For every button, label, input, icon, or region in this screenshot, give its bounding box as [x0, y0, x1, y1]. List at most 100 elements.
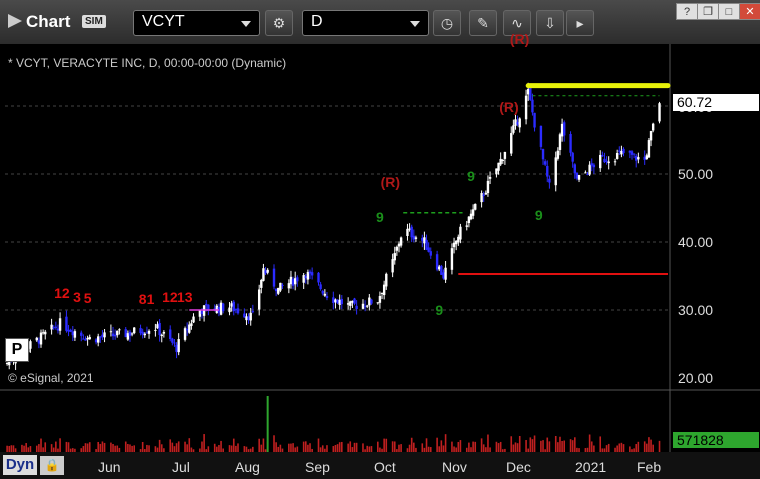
candle-body	[444, 267, 447, 280]
candle-body	[469, 213, 473, 220]
candle-body	[260, 279, 263, 288]
candle-body	[620, 150, 623, 155]
candle-body	[467, 216, 471, 224]
candle-body	[607, 161, 610, 164]
candle-body	[459, 226, 462, 240]
setup-count-label: 81	[138, 290, 155, 307]
candle-body	[406, 228, 409, 236]
candle-body	[440, 265, 443, 275]
interval-input[interactable]: D	[302, 10, 429, 36]
candle-body	[139, 328, 142, 334]
lock-icon[interactable]: 🔒	[40, 456, 64, 475]
close-button[interactable]: ✕	[739, 3, 760, 20]
candle-body	[171, 338, 174, 343]
candle-body	[605, 160, 608, 162]
candle-body	[529, 87, 532, 100]
candle-body	[69, 329, 72, 332]
pencil-icon[interactable]: ✎	[469, 10, 497, 36]
candle-body	[37, 340, 41, 344]
candle-body	[113, 334, 117, 337]
candle-body	[512, 125, 515, 133]
candle-body	[385, 273, 388, 287]
candle-body	[370, 299, 373, 304]
candle-body	[355, 305, 358, 310]
annotation-label: (R)	[380, 174, 401, 191]
candle-body	[531, 99, 534, 113]
candle-body	[353, 298, 356, 304]
candle-body	[346, 303, 350, 305]
help-button[interactable]: ?	[676, 3, 698, 20]
candle-body	[465, 225, 468, 227]
candle-body	[243, 313, 246, 318]
candle-body	[590, 163, 593, 166]
candle-body	[190, 323, 193, 326]
candle-body	[94, 339, 98, 343]
settings-icon[interactable]: ⚙	[265, 10, 293, 36]
candle-body	[546, 165, 549, 177]
candle-body	[82, 338, 85, 340]
chevron-down-icon[interactable]	[241, 21, 251, 27]
clock-icon[interactable]: ◷	[433, 10, 461, 36]
candle-body	[192, 316, 195, 323]
restore-button[interactable]: ❐	[697, 3, 719, 20]
candle-body	[293, 278, 297, 285]
candle-body	[39, 332, 43, 345]
candle-body	[556, 150, 560, 159]
p-marker[interactable]: P	[5, 338, 29, 362]
candle-body	[84, 339, 87, 341]
candle-body	[111, 333, 115, 337]
candle-body	[162, 332, 166, 334]
candle-body	[533, 112, 536, 128]
candle-body	[145, 332, 149, 334]
x-tick: Jul	[172, 459, 190, 475]
candle-body	[80, 332, 83, 336]
candle-body	[480, 193, 483, 203]
candle-body	[188, 324, 191, 333]
x-tick: Jun	[98, 459, 121, 475]
candle-body	[160, 334, 163, 337]
play-icon[interactable]: ▸	[566, 10, 594, 36]
candle-body	[450, 248, 454, 270]
candle-body	[109, 331, 113, 333]
get-icon[interactable]: ⇩	[536, 10, 564, 36]
candle-body	[560, 123, 564, 137]
candle-body	[577, 175, 581, 180]
candle-body	[249, 312, 252, 321]
maximize-button[interactable]: □	[718, 3, 740, 20]
chevron-down-icon[interactable]	[410, 21, 420, 27]
candle-body	[54, 326, 58, 328]
candle-body	[156, 324, 159, 329]
candle-body	[205, 303, 208, 306]
candle-body	[65, 316, 68, 331]
candle-body	[323, 293, 327, 296]
dynamic-button[interactable]: Dyn	[3, 455, 37, 475]
chart-window: Chart SIM VCYT ⚙ D ◷ ✎ ∿ ⇩ ▸ ? ❐ □ ✕ * V…	[0, 0, 760, 479]
candle-body	[200, 310, 204, 315]
candle-body	[185, 329, 189, 331]
candle-body	[399, 237, 403, 246]
candle-body	[340, 298, 343, 305]
symbol-input[interactable]: VCYT	[133, 10, 260, 36]
chart-app-icon	[8, 14, 22, 28]
chart-canvas[interactable]	[0, 44, 760, 479]
candle-body	[287, 283, 291, 289]
candle-body	[618, 150, 621, 152]
candle-body	[615, 153, 619, 159]
candle-body	[251, 311, 255, 313]
candle-body	[368, 297, 371, 306]
candle-body	[221, 303, 225, 312]
chart-toolbar: Chart SIM VCYT ⚙ D ◷ ✎ ∿ ⇩ ▸ ? ❐ □ ✕	[0, 0, 760, 45]
setup-count-label: 13	[176, 288, 193, 305]
candle-body	[29, 341, 32, 349]
candle-body	[130, 333, 134, 335]
candle-body	[44, 331, 47, 335]
candle-body	[630, 151, 634, 155]
candle-body	[321, 290, 324, 294]
candle-body	[516, 121, 519, 125]
candle-body	[526, 89, 530, 95]
candle-body	[310, 272, 314, 276]
y-tick: 30.00	[678, 302, 714, 318]
chart-background	[0, 44, 760, 479]
candle-body	[488, 176, 492, 179]
candle-body	[573, 164, 576, 174]
